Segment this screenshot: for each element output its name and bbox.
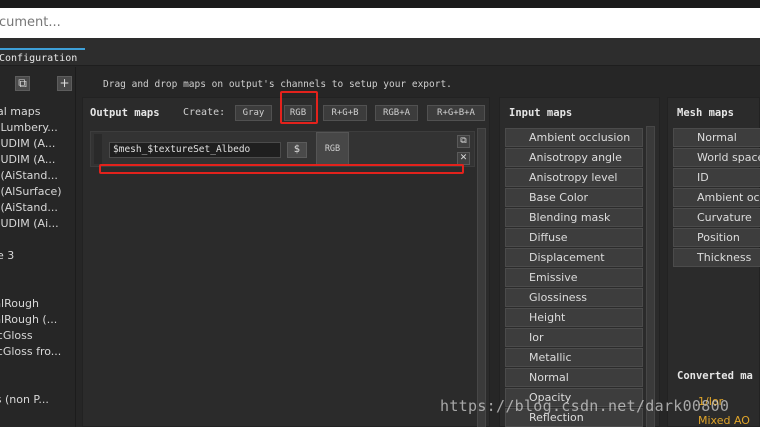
document-title-field[interactable]: ocument...	[0, 8, 760, 38]
converted-maps-title: Converted ma	[677, 370, 753, 382]
input-map-item[interactable]: Base Color	[505, 188, 643, 207]
preset-item[interactable]: ss (non P...	[0, 392, 76, 408]
tab-bar: Configuration	[0, 38, 760, 66]
input-map-item[interactable]: Glossiness	[505, 288, 643, 307]
input-map-item[interactable]: Displacement	[505, 248, 643, 267]
preset-item[interactable]	[0, 264, 76, 280]
mesh-map-item[interactable]: Normal	[673, 128, 760, 147]
input-maps-panel: Input maps Ambient occlusion Anisotropy …	[499, 97, 660, 427]
mesh-maps-title: Mesh maps	[677, 107, 734, 119]
preset-item[interactable]: D	[0, 376, 76, 392]
preset-item[interactable]: 4 (AiStand...	[0, 168, 76, 184]
preset-item[interactable]: talRough	[0, 296, 76, 312]
preset-item[interactable]: t	[0, 360, 76, 376]
preset-item[interactable]: n Lumbery...	[0, 120, 76, 136]
preset-item[interactable]: 4 UDIM (A...	[0, 136, 76, 152]
preset-item[interactable]: ne 3	[0, 248, 76, 264]
input-map-item[interactable]: Ambient occlusion	[505, 128, 643, 147]
add-preset-button[interactable]: +	[57, 76, 72, 91]
create-label: Create:	[183, 107, 226, 118]
mesh-map-item[interactable]: World space	[673, 148, 760, 167]
output-map-name-field[interactable]: $mesh_$textureSet_Albedo	[109, 142, 281, 158]
converted-map-item[interactable]: Mixed AO	[698, 414, 750, 427]
mesh-map-item[interactable]: Thickness	[673, 248, 760, 267]
preset-item[interactable]: 4 UDIM (A...	[0, 152, 76, 168]
create-r-g-b-button[interactable]: R+G+B	[323, 105, 367, 121]
preset-item[interactable]: 5 (AiStand...	[0, 200, 76, 216]
tab-configuration-label: Configuration	[0, 53, 78, 64]
input-maps-title: Input maps	[509, 107, 573, 119]
create-r-g-b-a-button[interactable]: R+G+B+A	[427, 105, 485, 121]
input-maps-scrollbar[interactable]	[646, 126, 655, 427]
mesh-map-item[interactable]: Position	[673, 228, 760, 247]
watermark-url: https://blog.csdn.net/dark00800	[440, 397, 730, 415]
preset-item[interactable]: ecGloss	[0, 328, 76, 344]
preset-item[interactable]: ecGloss fro...	[0, 344, 76, 360]
output-maps-title: Output maps	[90, 107, 160, 119]
input-map-item[interactable]: Anisotropy level	[505, 168, 643, 187]
mesh-map-item[interactable]: Curvature	[673, 208, 760, 227]
preset-item[interactable]: 4 (AlSurface)	[0, 184, 76, 200]
preset-item[interactable]: 5 UDIM (Ai...	[0, 216, 76, 232]
preset-item[interactable]: talRough (...	[0, 312, 76, 328]
create-rgb-a-button[interactable]: RGB+A	[375, 105, 418, 121]
mesh-map-item[interactable]: Ambient occ	[673, 188, 760, 207]
top-strip	[0, 0, 760, 8]
input-map-item[interactable]: Ior	[505, 328, 643, 347]
output-map-row[interactable]: $mesh_$textureSet_Albedo $ RGB	[90, 131, 475, 167]
preset-list: nal maps n Lumbery... 4 UDIM (A... 4 UDI…	[0, 104, 76, 408]
input-map-item[interactable]: Metallic	[505, 348, 643, 367]
highlight-rgb-button	[280, 91, 318, 124]
drag-drop-hint: Drag and drop maps on output's channels …	[103, 79, 452, 90]
drag-handle[interactable]	[94, 134, 102, 164]
output-maps-scrollbar[interactable]	[477, 128, 486, 427]
highlight-output-row	[99, 164, 464, 174]
input-map-item[interactable]: Blending mask	[505, 208, 643, 227]
input-map-item[interactable]: Normal	[505, 368, 643, 387]
preset-item[interactable]	[0, 232, 76, 248]
duplicate-map-icon[interactable]: ⧉	[457, 135, 470, 148]
mesh-map-item[interactable]: ID	[673, 168, 760, 187]
mesh-maps-panel: Mesh maps Normal World space ID Ambient …	[667, 97, 760, 427]
create-gray-button[interactable]: Gray	[235, 105, 272, 121]
input-map-item[interactable]: Anisotropy angle	[505, 148, 643, 167]
input-map-item[interactable]: Diffuse	[505, 228, 643, 247]
preset-item[interactable]	[0, 280, 76, 296]
output-maps-panel: Output maps Create: Gray RGB R+G+B RGB+A…	[82, 97, 490, 427]
duplicate-preset-button[interactable]: ⧉	[15, 76, 30, 91]
presets-panel: ⧉ + nal maps n Lumbery... 4 UDIM (A... 4…	[0, 67, 76, 427]
input-map-item[interactable]: Height	[505, 308, 643, 327]
tab-configuration[interactable]: Configuration	[0, 48, 85, 66]
document-title-text: ocument...	[0, 15, 61, 30]
input-map-item[interactable]: Emissive	[505, 268, 643, 287]
insert-variable-button[interactable]: $	[287, 142, 307, 158]
preset-item[interactable]: nal maps	[0, 104, 76, 120]
rgb-channel-slot[interactable]: RGB	[316, 132, 349, 166]
